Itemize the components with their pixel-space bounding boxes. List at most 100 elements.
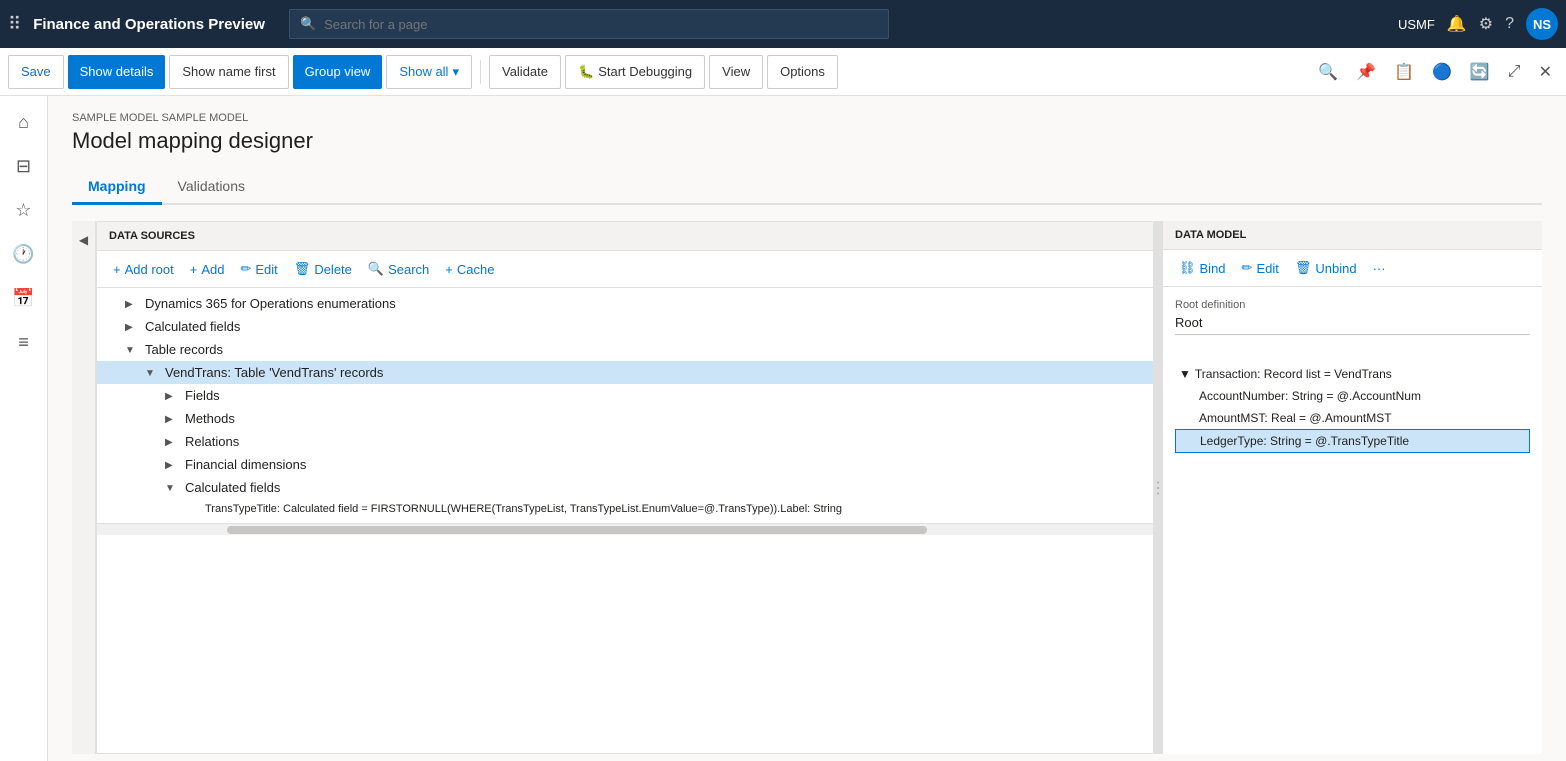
nav-filter-icon[interactable]: ⊟ xyxy=(6,148,42,184)
add-icon: + xyxy=(190,262,198,277)
delete-button[interactable]: 🗑 Delete xyxy=(290,259,356,279)
tree-chevron-icon xyxy=(165,390,185,402)
search-icon: 🔍 xyxy=(300,16,316,32)
search-bar[interactable]: 🔍 xyxy=(289,9,889,39)
content-area: SAMPLE MODEL SAMPLE MODEL Model mapping … xyxy=(48,96,1566,761)
tree-chevron-icon xyxy=(165,482,185,494)
tree-item[interactable]: Calculated fields xyxy=(97,476,1153,499)
open-new-icon[interactable]: ⤢ xyxy=(1502,59,1527,85)
badge-icon[interactable]: 🔵 xyxy=(1426,58,1458,86)
tree-chevron-icon xyxy=(165,459,185,471)
dm-tree-item-selected[interactable]: LedgerType: String = @.TransTypeTitle xyxy=(1175,429,1530,453)
tree-item[interactable]: Financial dimensions xyxy=(97,453,1153,476)
options-button[interactable]: Options xyxy=(767,55,838,89)
validate-button[interactable]: Validate xyxy=(489,55,561,89)
tab-mapping[interactable]: Mapping xyxy=(72,170,162,205)
avatar[interactable]: NS xyxy=(1526,8,1558,40)
cache-icon: + xyxy=(445,262,453,277)
dm-tree-item[interactable]: AccountNumber: String = @.AccountNum xyxy=(1175,385,1530,407)
horizontal-scrollbar[interactable] xyxy=(97,523,1153,535)
more-options-button[interactable]: ··· xyxy=(1369,258,1390,278)
data-sources-toolbar: + Add root + Add ✏ Edit 🗑 xyxy=(97,251,1153,288)
search-toolbar-icon[interactable]: 🔍 xyxy=(1312,58,1344,86)
toolbar-separator-1 xyxy=(480,60,481,84)
data-model-panel: DATA MODEL ⛓ Bind ✏ Edit 🗑 Unbind xyxy=(1162,221,1542,754)
main-layout: ⌂ ⊟ ☆ 🕐 📅 ≡ SAMPLE MODEL SAMPLE MODEL Mo… xyxy=(0,96,1566,761)
cache-button[interactable]: + Cache xyxy=(441,259,498,279)
tab-validations[interactable]: Validations xyxy=(162,170,261,205)
add-root-icon: + xyxy=(113,262,121,277)
refresh-icon[interactable]: 🔄 xyxy=(1464,58,1496,86)
root-definition-label: Root definition xyxy=(1175,299,1530,311)
search-ds-icon: 🔍 xyxy=(368,261,384,277)
toolbar-right: 🔍 📌 📋 🔵 🔄 ⤢ ✕ xyxy=(1312,58,1558,86)
edit-button[interactable]: ✏ Edit xyxy=(236,259,281,279)
close-icon[interactable]: ✕ xyxy=(1533,58,1558,86)
data-sources-container: DATA SOURCES + Add root + Add ✏ Edit xyxy=(96,221,1154,754)
nav-clock-icon[interactable]: 🕐 xyxy=(6,236,42,272)
debug-icon: 🐛 xyxy=(578,64,594,80)
dm-chevron-icon: ▼ xyxy=(1179,367,1191,381)
search-button[interactable]: 🔍 Search xyxy=(364,259,433,279)
dm-tree-item[interactable]: AmountMST: Real = @.AmountMST xyxy=(1175,407,1530,429)
show-details-button[interactable]: Show details xyxy=(68,55,166,89)
show-name-first-button[interactable]: Show name first xyxy=(169,55,288,89)
dm-edit-button[interactable]: ✏ Edit xyxy=(1238,258,1283,278)
notifications-icon[interactable]: 🔔 xyxy=(1447,14,1467,34)
start-debugging-button[interactable]: 🐛 Start Debugging xyxy=(565,55,705,89)
breadcrumb: SAMPLE MODEL SAMPLE MODEL xyxy=(72,112,1542,124)
tree-item[interactable]: Calculated fields xyxy=(97,315,1153,338)
delete-icon: 🗑 xyxy=(294,261,311,277)
tree-chevron-icon xyxy=(125,321,145,333)
top-nav: ⠿ Finance and Operations Preview 🔍 USMF … xyxy=(0,0,1566,48)
search-input[interactable] xyxy=(324,17,878,32)
edit-icon: ✏ xyxy=(240,261,251,277)
dm-edit-icon: ✏ xyxy=(1242,260,1253,276)
left-nav: ⌂ ⊟ ☆ 🕐 📅 ≡ xyxy=(0,96,48,761)
data-model-header: DATA MODEL xyxy=(1163,221,1542,250)
toolbar: Save Show details Show name first Group … xyxy=(0,48,1566,96)
panels-container: ◀ DATA SOURCES + Add root + Add xyxy=(72,221,1542,754)
tree-item-selected[interactable]: VendTrans: Table 'VendTrans' records xyxy=(97,361,1153,384)
tree-item[interactable]: Fields xyxy=(97,384,1153,407)
tree-chevron-icon xyxy=(145,367,165,379)
group-view-button[interactable]: Group view xyxy=(293,55,383,89)
data-model-toolbar: ⛓ Bind ✏ Edit 🗑 Unbind ··· xyxy=(1163,250,1542,287)
view-button[interactable]: View xyxy=(709,55,763,89)
tree-item[interactable]: Table records xyxy=(97,338,1153,361)
data-sources-panel: DATA SOURCES + Add root + Add ✏ Edit xyxy=(96,221,1154,754)
user-label: USMF xyxy=(1398,17,1435,32)
save-button[interactable]: Save xyxy=(8,55,64,89)
add-root-button[interactable]: + Add root xyxy=(109,259,178,279)
bind-button[interactable]: ⛓ Bind xyxy=(1175,258,1230,278)
collapse-arrow-icon: ◀ xyxy=(79,233,88,247)
grid-icon[interactable]: ⠿ xyxy=(8,14,21,35)
tree-chevron-icon xyxy=(165,413,185,425)
app-title: Finance and Operations Preview xyxy=(33,16,265,33)
tree-chevron-icon xyxy=(165,436,185,448)
tree-item[interactable]: Relations xyxy=(97,430,1153,453)
note-icon[interactable]: 📋 xyxy=(1388,58,1420,86)
scrollbar-thumb[interactable] xyxy=(227,526,927,534)
data-sources-tree: Dynamics 365 for Operations enumerations… xyxy=(97,288,1153,523)
dm-tree-item[interactable]: ▼ Transaction: Record list = VendTrans xyxy=(1175,363,1530,385)
tree-item[interactable]: Methods xyxy=(97,407,1153,430)
settings-icon[interactable]: ⚙ xyxy=(1479,14,1493,34)
nav-star-icon[interactable]: ☆ xyxy=(6,192,42,228)
nav-list-icon[interactable]: ≡ xyxy=(6,324,42,360)
pin-icon[interactable]: 📌 xyxy=(1350,58,1382,86)
unbind-icon: 🗑 xyxy=(1295,260,1312,276)
tree-item[interactable]: Dynamics 365 for Operations enumerations xyxy=(97,292,1153,315)
root-definition-value: Root xyxy=(1175,315,1530,335)
tree-item[interactable]: TransTypeTitle: Calculated field = FIRST… xyxy=(97,499,1153,519)
page-title: Model mapping designer xyxy=(72,128,1542,154)
tree-chevron-icon xyxy=(125,298,145,310)
collapse-panel-btn[interactable]: ◀ xyxy=(72,221,96,754)
vertical-splitter[interactable]: ⋮ xyxy=(1154,221,1162,754)
unbind-button[interactable]: 🗑 Unbind xyxy=(1291,258,1361,278)
show-all-button[interactable]: Show all ▾ xyxy=(386,55,472,89)
nav-calendar-icon[interactable]: 📅 xyxy=(6,280,42,316)
help-icon[interactable]: ? xyxy=(1505,15,1514,33)
add-button[interactable]: + Add xyxy=(186,259,229,279)
nav-home-icon[interactable]: ⌂ xyxy=(6,104,42,140)
